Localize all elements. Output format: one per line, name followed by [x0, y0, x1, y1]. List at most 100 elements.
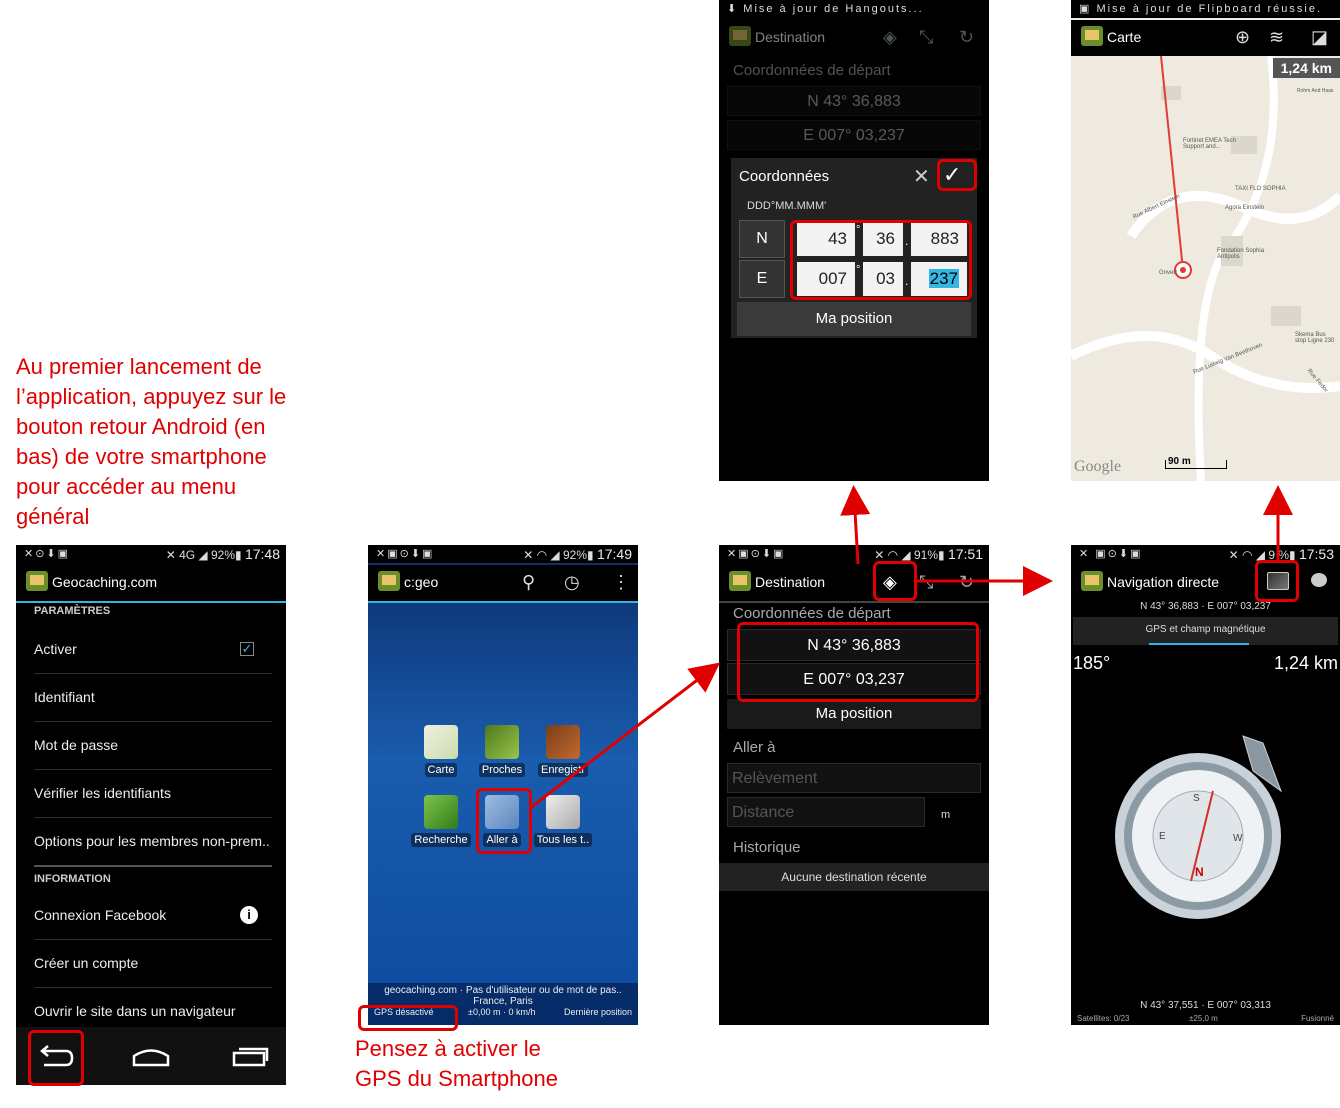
nearby-app-icon[interactable]: Proches — [471, 725, 533, 777]
distance-input[interactable]: Distance — [727, 797, 925, 827]
verify-row[interactable]: Vérifier les identifiants — [34, 769, 272, 818]
page-title: Navigation directe — [1107, 574, 1220, 590]
destination-screen: ✕▣⊙⬇▣ ✕ ◠ ◢ 91%▮ 17:51 Destination ◈ ⤡ ↻… — [719, 545, 989, 1025]
status-bar: ✕ ▣⊙⬇▣ ✕ ◠ ◢ 9 %▮ 17:53 — [1071, 545, 1340, 563]
search-icon[interactable]: ⚲ — [522, 572, 535, 593]
map-label: Skema Bus stop Ligne 230 — [1295, 332, 1335, 344]
main-screen: ✕▣⊙⬇▣ ✕ ◠ ◢ 92%▮ 17:49 c:geo ⚲ ◷ ⋮ Carte… — [368, 545, 638, 1025]
geocaching-logo-icon — [26, 571, 48, 591]
status-bar: ✕▣⊙⬇▣ ✕ ◠ ◢ 92%▮ 17:49 — [368, 545, 638, 563]
status-bar: ▣ Mise à jour de Flipboard réussie. — [1071, 0, 1340, 18]
refresh-icon[interactable]: ↻ — [959, 27, 974, 48]
info-icon[interactable]: i — [240, 906, 258, 924]
google-logo: Google — [1074, 458, 1122, 475]
bearing-input[interactable]: Relèvement — [727, 763, 981, 793]
goto-highlight — [476, 788, 532, 854]
my-position-button[interactable]: Ma position — [727, 699, 981, 729]
section-header: PARAMÈTRES — [34, 605, 111, 617]
compass-icon[interactable]: ◈ — [883, 27, 897, 48]
back-button-highlight — [28, 1030, 84, 1086]
unit-select[interactable]: m — [941, 809, 950, 821]
gps-status-highlight — [358, 1005, 458, 1031]
format-select[interactable]: DDD°MM.MMM' — [747, 200, 826, 212]
page-title: Geocaching.com — [52, 574, 158, 590]
cgeo-logo-icon — [1081, 571, 1103, 591]
section-header: INFORMATION — [34, 873, 111, 885]
confirm-highlight — [937, 159, 977, 191]
cgeo-logo-icon — [1081, 26, 1103, 46]
status-bar: ✕▣⊙⬇▣ ✕ ◠ ◢ 91%▮ 17:51 — [719, 545, 989, 563]
map-settings-icon[interactable]: ◪ — [1311, 27, 1328, 48]
refresh-icon[interactable]: ↻ — [959, 572, 974, 593]
action-bar[interactable]: Destination ◈ ⤡ ↻ — [719, 565, 989, 603]
svg-text:E: E — [1159, 831, 1166, 842]
map-icon-highlight — [1255, 560, 1299, 602]
n-label: N — [739, 220, 785, 258]
stored-app-icon[interactable]: Enregistr — [532, 725, 594, 777]
page-title: c:geo — [404, 574, 439, 590]
destination-logo-icon — [729, 571, 751, 591]
map-label: Agora Einstein — [1225, 205, 1265, 211]
svg-text:N: N — [1195, 865, 1204, 879]
all-caches-app-icon[interactable]: Tous les t.. — [532, 795, 594, 847]
mode-tab[interactable]: GPS et champ magnétique — [1073, 617, 1338, 645]
action-bar[interactable]: Geocaching.com — [16, 565, 286, 603]
my-position-button[interactable]: Ma position — [737, 302, 971, 336]
activate-gps-instruction: Pensez à activer le GPS du Smartphone — [355, 1036, 559, 1091]
navigation-screen: ✕ ▣⊙⬇▣ ✕ ◠ ◢ 9 %▮ 17:53 Navigation direc… — [1071, 545, 1340, 1025]
create-account-row[interactable]: Créer un compte — [34, 939, 272, 988]
scale-bar: 90 m — [1165, 456, 1227, 469]
arrows-icon[interactable]: ⤡ — [919, 27, 933, 48]
coordinate-inputs-highlight — [790, 220, 972, 300]
start-coordinates-highlight — [737, 622, 979, 702]
action-bar[interactable]: Carte ⊕ ≋ ◪ — [1071, 20, 1340, 56]
locate-icon[interactable]: ⊕ — [1235, 27, 1250, 48]
map-label: Fondation Sophia Antipolis — [1217, 248, 1265, 260]
dialog-title: Coordonnées — [739, 168, 830, 185]
action-bar[interactable]: Destination ◈ ⤡ ↻ — [719, 20, 989, 56]
page-title: Carte — [1107, 29, 1142, 45]
current-coordinates: N 43° 37,551 · E 007° 03,313 — [1140, 1000, 1271, 1011]
map-canvas[interactable] — [1071, 56, 1340, 481]
status-bar: ✕⊙⬇▣ ✕ 4G ◢ 92%▮ 17:48 — [16, 545, 286, 563]
settings-screen: ✕⊙⬇▣ ✕ 4G ◢ 92%▮ 17:48 Geocaching.com PA… — [16, 545, 286, 1085]
map-app-icon[interactable]: Carte — [410, 725, 472, 777]
compass-highlight — [873, 561, 917, 601]
recent-apps-icon[interactable] — [231, 1045, 271, 1071]
svg-text:W: W — [1233, 833, 1243, 844]
facebook-row[interactable]: Connexion Facebook i — [34, 891, 272, 940]
page-title: Destination — [755, 574, 826, 590]
chat-icon[interactable] — [1311, 573, 1327, 587]
distance: 1,24 km — [1273, 653, 1338, 673]
recent-destinations: Aucune destination récente — [719, 863, 989, 891]
activate-checkbox[interactable]: ✓ — [240, 642, 254, 656]
map-screen: ▣ Mise à jour de Flipboard réussie. Cart… — [1071, 0, 1340, 481]
cancel-icon[interactable]: ✕ — [913, 164, 930, 189]
overflow-menu-icon[interactable]: ⋮ — [612, 572, 630, 593]
history-icon[interactable]: ◷ — [564, 572, 580, 593]
svg-text:S: S — [1193, 793, 1200, 804]
options-row[interactable]: Options pour les membres non-prem.. — [34, 817, 272, 867]
map-label: Fortinet EMEA Tech Support and... — [1183, 138, 1236, 150]
e-label: E — [739, 260, 785, 298]
action-bar[interactable]: Navigation directe — [1071, 565, 1340, 601]
password-row[interactable]: Mot de passe — [34, 721, 272, 770]
map-label: TAXI FLO SOPHIA — [1235, 186, 1286, 192]
cgeo-logo-icon — [378, 571, 400, 591]
home-icon[interactable] — [131, 1045, 171, 1071]
search-app-icon[interactable]: Recherche — [410, 795, 472, 847]
destination-logo-icon — [729, 26, 751, 46]
activate-row[interactable]: Activer ✓ — [34, 625, 272, 674]
map-label: Gnvert — [1159, 270, 1178, 276]
map-label: Rohm And Haas — [1297, 88, 1334, 94]
heading: 185° — [1073, 653, 1111, 673]
layers-icon[interactable]: ≋ — [1269, 27, 1284, 48]
compass-rose: S W E N — [1115, 735, 1283, 919]
identifier-row[interactable]: Identifiant — [34, 673, 272, 722]
target-coordinates: N 43° 36,883 · E 007° 03,237 — [1140, 601, 1271, 612]
distance-badge: 1,24 km — [1272, 58, 1340, 78]
status-bar: ⬇ Mise à jour de Hangouts... — [719, 0, 989, 18]
first-launch-instruction: Au premier lancement de l’application, a… — [16, 354, 287, 529]
arrows-icon[interactable]: ⤡ — [919, 572, 933, 593]
action-bar[interactable]: c:geo ⚲ ◷ ⋮ — [368, 565, 638, 603]
